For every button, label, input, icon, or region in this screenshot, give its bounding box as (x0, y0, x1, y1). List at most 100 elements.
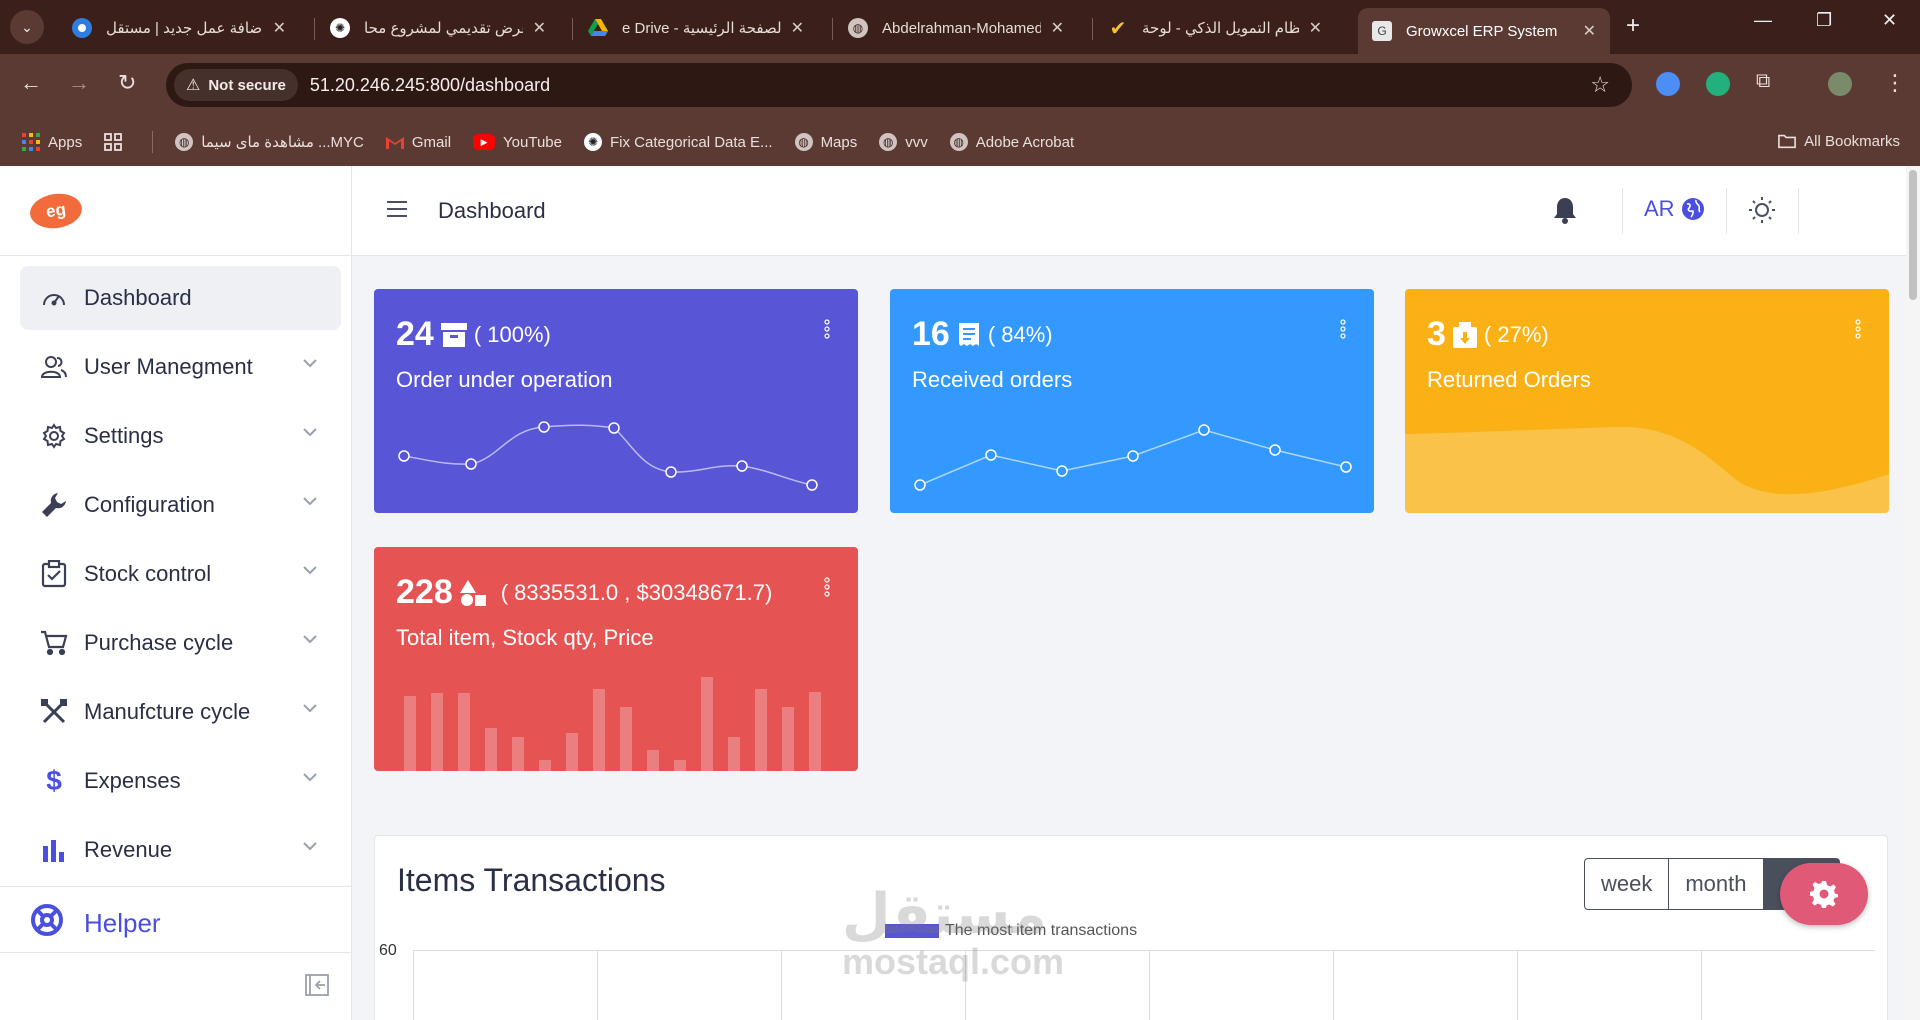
panel-title: Items Transactions (397, 862, 666, 898)
browser-tab-github[interactable]: ◍ Abdelrahman-Mohamed ✕ (834, 8, 1078, 48)
bookmark-vvv[interactable]: ◍ vvv (879, 133, 928, 151)
tab-close-icon[interactable]: ✕ (273, 18, 286, 38)
sun-icon[interactable] (1748, 196, 1776, 229)
forward-icon[interactable]: → (68, 70, 90, 96)
tab-search-button[interactable]: ⌄ (10, 10, 44, 44)
helper-link[interactable]: Helper (30, 903, 161, 944)
tab-close-icon[interactable]: ✕ (1583, 21, 1596, 41)
card-total-items[interactable]: 228 ( 8335531.0 , $30348671.7) Total ite… (374, 547, 858, 771)
grid-line (597, 950, 598, 1020)
sidebar-item-expenses[interactable]: $ Expenses (20, 749, 341, 813)
sidebar-item-purchase-cycle[interactable]: Purchase cycle (20, 611, 341, 675)
restore-icon[interactable]: ❐ (1816, 10, 1832, 31)
checkmark-favicon-icon: ✔ (1109, 17, 1127, 40)
kebab-menu-icon[interactable] (824, 319, 830, 344)
chevron-down-icon (303, 359, 317, 368)
browser-tab-chatgpt[interactable]: ✺ عرض تقديمي لمشروع محا ✕ (316, 8, 560, 48)
browser-tab-growxcel[interactable]: G Growxcel ERP System ✕ (1358, 8, 1610, 54)
tab-close-icon[interactable]: ✕ (1309, 18, 1322, 38)
extensions-puzzle-icon[interactable]: ⧉ (1756, 70, 1770, 93)
bookmark-separator (152, 131, 154, 153)
kebab-menu-icon[interactable] (1855, 319, 1861, 344)
bookmark-star-icon[interactable]: ☆ (1590, 72, 1610, 98)
card-label: Order under operation (396, 367, 613, 392)
sidebar-item-revenue[interactable]: Revenue (20, 818, 341, 882)
items-transactions-panel: Items Transactions week month The most i… (374, 835, 1888, 1020)
transactions-chart-area (413, 950, 1875, 1020)
card-value: 24 ( 100%) (396, 315, 551, 354)
sidebar-item-label: Stock control (84, 561, 212, 586)
y-tick-label: 60 (379, 942, 397, 959)
grid-line (413, 950, 414, 1020)
app-header: Dashboard AR (352, 166, 1906, 256)
speedometer-icon (40, 284, 68, 312)
tab-close-icon[interactable]: ✕ (533, 18, 546, 38)
sidebar-item-manufacture-cycle[interactable]: Manufcture cycle (20, 680, 341, 744)
reload-icon[interactable]: ↻ (118, 70, 136, 96)
chatgpt-icon: ✺ (584, 133, 602, 151)
card-label: Received orders (912, 367, 1073, 392)
chevron-down-icon (303, 566, 317, 575)
grid-line (1333, 950, 1334, 1020)
sidebar-item-stock-control[interactable]: Stock control (20, 542, 341, 606)
card-orders-under-operation[interactable]: 24 ( 100%) Order under operation (374, 289, 858, 513)
window-close-icon[interactable]: ✕ (1882, 10, 1897, 31)
card-count: 16 (912, 315, 950, 353)
bookmark-adobe[interactable]: ◍ Adobe Acrobat (949, 133, 1074, 151)
period-month-button[interactable]: month (1669, 858, 1764, 910)
sidebar-divider (0, 952, 352, 953)
tab-close-icon[interactable]: ✕ (791, 18, 804, 38)
browser-tab-drive[interactable]: e Drive - الصفحة الرئيسية ✕ (574, 8, 818, 48)
page-scrollbar[interactable] (1906, 166, 1920, 1020)
bookmark-grid[interactable] (104, 133, 130, 151)
bookmark-gmail[interactable]: Gmail (385, 133, 452, 151)
period-week-button[interactable]: week (1584, 858, 1670, 910)
kebab-menu-icon[interactable] (1340, 319, 1346, 344)
tab-close-icon[interactable]: ✕ (1051, 18, 1064, 38)
chevron-down-icon (303, 428, 317, 437)
app-logo[interactable]: eg (27, 190, 85, 231)
card-value: 16 ( 84%) (912, 315, 1053, 354)
sidebar-item-user-management[interactable]: User Manegment (20, 335, 341, 399)
scrollbar-thumb[interactable] (1909, 170, 1917, 300)
browser-tab-finance[interactable]: ✔ نظام التمويل الذكي - لوحة ✕ (1094, 8, 1336, 48)
tab-label: عرض تقديمي لمشروع محا (364, 20, 523, 37)
bell-icon[interactable] (1552, 196, 1578, 229)
card-count: 228 (396, 573, 453, 611)
bar-chart-icon (40, 836, 68, 864)
bookmark-apps[interactable]: Apps (22, 133, 82, 151)
bookmark-fix-categorical[interactable]: ✺ Fix Categorical Data E... (584, 133, 773, 151)
all-bookmarks[interactable]: All Bookmarks (1778, 132, 1900, 150)
sidebar: eg Dashboard User Manegment Settings Con… (0, 166, 352, 1020)
bookmark-youtube[interactable]: ▶ YouTube (473, 134, 562, 151)
sidebar-item-settings[interactable]: Settings (20, 404, 341, 468)
card-percent: ( 27%) (1483, 321, 1549, 347)
kebab-menu-icon[interactable] (824, 577, 830, 602)
browser-tab-mostaql[interactable]: إضافة عمل جديد | مستقل ✕ (58, 8, 300, 48)
card-returned-orders[interactable]: 3 ( 27%) Returned Orders (1405, 289, 1889, 513)
bookmark-label: Apps (48, 133, 83, 151)
address-bar[interactable]: ⚠ Not secure 51.20.246.245:800/dashboard… (166, 63, 1632, 107)
bookmark-myc[interactable]: ◍ مشاهدة ماى سيما ...MYC (175, 133, 364, 151)
hamburger-menu-icon[interactable] (386, 200, 408, 223)
sidebar-item-dashboard[interactable]: Dashboard (20, 266, 341, 330)
minimize-icon[interactable]: — (1754, 10, 1772, 31)
bookmark-maps[interactable]: ◍ Maps (794, 133, 857, 151)
url-text[interactable]: 51.20.246.245:800/dashboard (310, 75, 550, 96)
language-switcher[interactable]: AR (1644, 196, 1705, 222)
browser-menu-icon[interactable]: ⋮ (1884, 70, 1906, 96)
sync-extension-icon[interactable] (1706, 72, 1730, 96)
back-icon[interactable]: ← (20, 70, 42, 96)
bookmark-label: Gmail (411, 133, 452, 151)
new-tab-icon[interactable]: + (1626, 12, 1640, 40)
settings-fab[interactable] (1780, 863, 1868, 925)
collapse-sidebar-icon[interactable] (305, 974, 329, 1001)
header-separator (1798, 188, 1799, 234)
sidebar-item-label: Manufcture cycle (84, 699, 251, 724)
security-indicator[interactable]: ⚠ Not secure (174, 69, 298, 101)
card-received-orders[interactable]: 16 ( 84%) Received orders (890, 289, 1374, 513)
chevron-down-icon (303, 773, 317, 782)
extension-icon[interactable] (1656, 72, 1680, 96)
profile-avatar[interactable] (1828, 72, 1852, 96)
sidebar-item-configuration[interactable]: Configuration (20, 473, 341, 537)
